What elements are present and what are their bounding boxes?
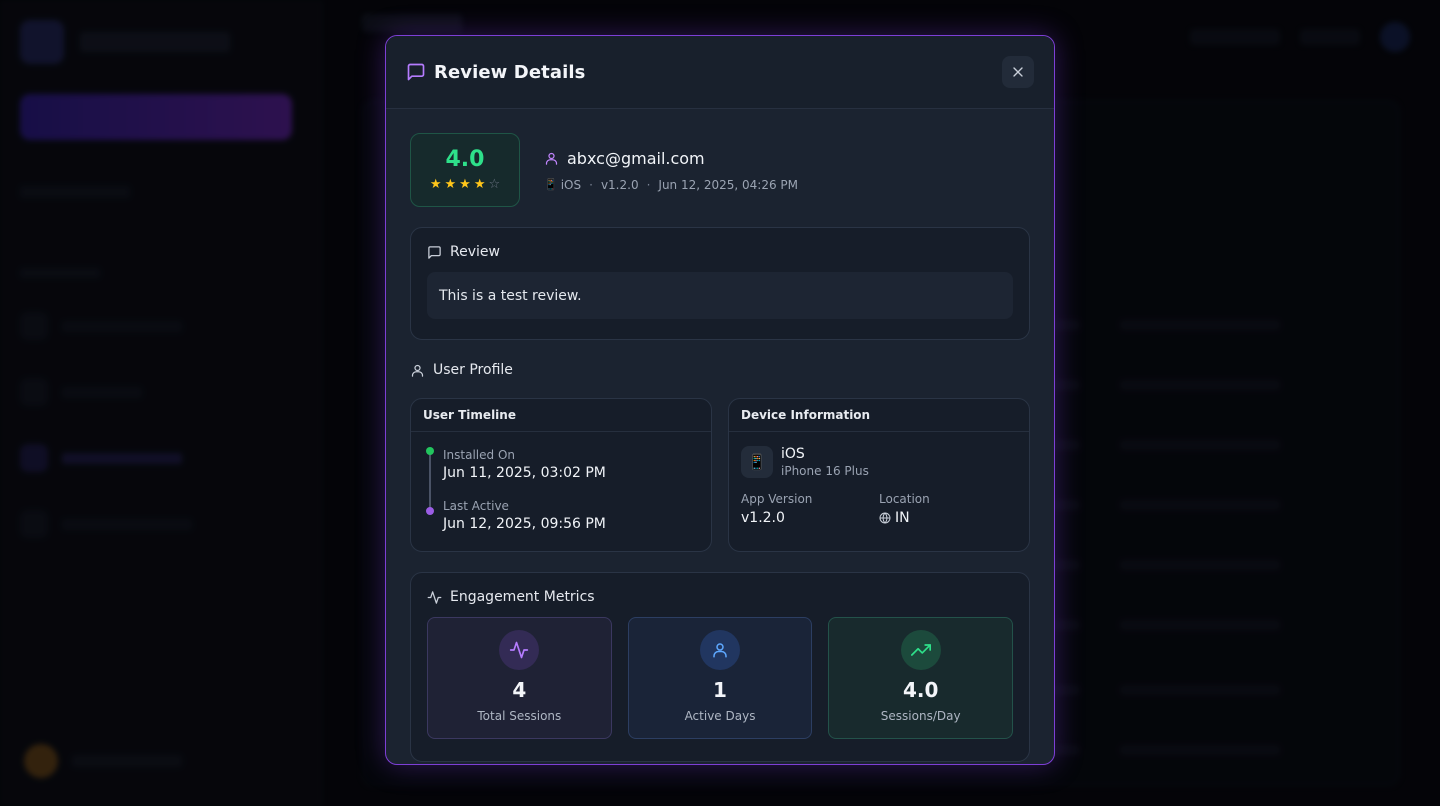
timeline-dot-installed xyxy=(426,447,434,455)
activity-icon xyxy=(427,590,442,605)
modal-header: Review Details xyxy=(386,36,1054,109)
rating-box: 4.0 ★ ★ ★ ★ ☆ xyxy=(410,133,520,207)
timeline: Installed On Jun 11, 2025, 03:02 PM Last… xyxy=(411,432,711,532)
installed-value: Jun 11, 2025, 03:02 PM xyxy=(443,465,606,481)
review-meta: 📱 iOS · v1.2.0 · Jun 12, 2025, 04:26 PM xyxy=(544,177,799,192)
review-panel: Review This is a test review. xyxy=(410,227,1030,340)
engagement-metrics-panel: Engagement Metrics 4 Total Sessions 1 Ac… xyxy=(410,572,1030,762)
star-filled-icon: ★ xyxy=(459,177,471,192)
phone-icon: 📱 xyxy=(544,178,558,191)
star-empty-icon: ☆ xyxy=(488,177,501,192)
device-info-card: Device Information 📱 iOS iPhone 16 Plus … xyxy=(728,398,1030,552)
metric-active-days: 1 Active Days xyxy=(627,617,813,739)
star-rating: ★ ★ ★ ★ ☆ xyxy=(430,178,500,191)
meta-date: Jun 12, 2025, 04:26 PM xyxy=(658,177,799,192)
metric-sessions-per-day: 4.0 Sessions/Day xyxy=(828,617,1014,739)
globe-icon xyxy=(879,512,891,524)
installed-label: Installed On xyxy=(443,448,515,462)
modal-title: Review Details xyxy=(434,61,586,83)
engagement-heading: Engagement Metrics xyxy=(450,589,595,605)
device-info-title: Device Information xyxy=(729,399,1029,432)
meta-version: v1.2.0 xyxy=(600,177,639,192)
metric-value: 1 xyxy=(713,678,727,702)
device-os: iOS xyxy=(781,446,805,462)
location-label: Location xyxy=(879,492,930,506)
app-version-value: v1.2.0 xyxy=(741,510,785,526)
timeline-dot-active xyxy=(426,507,434,515)
review-summary: 4.0 ★ ★ ★ ★ ☆ abxc@gmail.com 📱 iOS · v1.2.0 … xyxy=(410,133,1030,207)
review-details-modal: Review Details 4.0 ★ ★ ★ ★ ☆ abxc@gmail.com xyxy=(385,35,1055,765)
smartphone-icon: 📱 xyxy=(741,446,773,478)
meta-platform: iOS xyxy=(560,177,582,192)
user-icon xyxy=(410,363,425,378)
metric-label: Total Sessions xyxy=(477,709,562,723)
user-email: abxc@gmail.com xyxy=(567,148,705,168)
location-value: IN xyxy=(895,510,910,526)
last-active-label: Last Active xyxy=(443,499,509,513)
app-version-label: App Version xyxy=(741,492,813,506)
metric-label: Sessions/Day xyxy=(880,709,961,723)
star-filled-icon: ★ xyxy=(444,177,457,192)
metric-total-sessions: 4 Total Sessions xyxy=(427,617,612,739)
review-text: This is a test review. xyxy=(427,272,1013,319)
trending-up-icon xyxy=(900,630,941,670)
metric-value: 4.0 xyxy=(902,678,939,702)
star-filled-icon: ★ xyxy=(429,177,442,192)
message-square-icon xyxy=(427,245,442,260)
user-profile-heading: User Profile xyxy=(410,362,1030,378)
message-square-icon xyxy=(406,62,426,82)
last-active-value: Jun 12, 2025, 09:56 PM xyxy=(443,516,606,532)
user-timeline-title: User Timeline xyxy=(411,399,711,432)
close-button[interactable] xyxy=(1002,56,1034,88)
device-model: iPhone 16 Plus xyxy=(781,464,869,478)
review-heading: Review xyxy=(450,244,500,260)
user-timeline-card: User Timeline Installed On Jun 11, 2025,… xyxy=(410,398,712,552)
close-icon xyxy=(1010,64,1026,80)
metric-label: Active Days xyxy=(684,709,756,723)
star-filled-icon: ★ xyxy=(473,177,486,192)
user-icon xyxy=(700,630,740,670)
rating-value: 4.0 xyxy=(445,147,485,172)
activity-icon xyxy=(499,630,540,670)
user-icon xyxy=(544,151,559,166)
metric-value: 4 xyxy=(512,678,527,702)
user-profile-label: User Profile xyxy=(433,362,513,378)
